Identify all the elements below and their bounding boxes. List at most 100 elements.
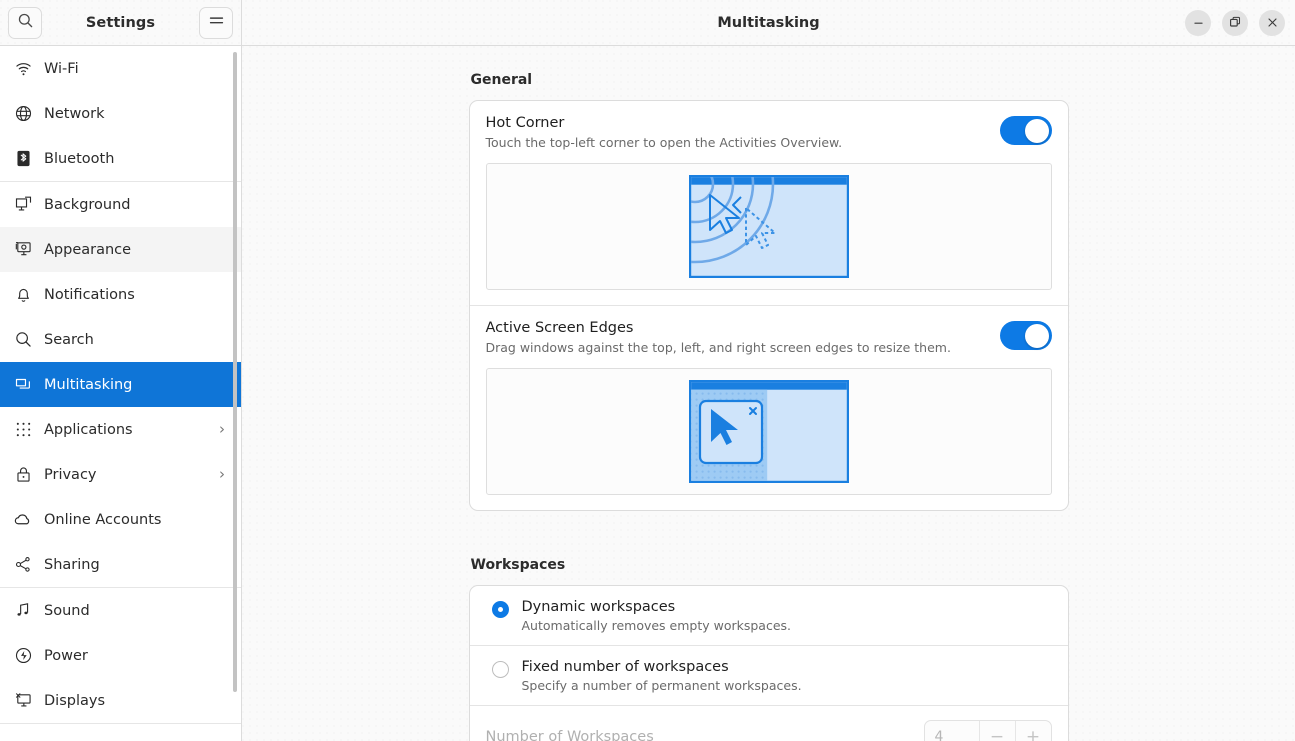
radio-fixed-number-of-workspaces[interactable] <box>491 661 509 679</box>
sidebar-item-wi-fi[interactable]: Wi-Fi <box>0 46 241 91</box>
minimize-icon <box>1193 13 1204 32</box>
hot-corner-illustration <box>688 175 849 279</box>
background-icon <box>10 195 36 214</box>
dynamic-workspaces-texts: Dynamic workspaces Automatically removes… <box>522 598 1052 634</box>
general-card: Hot Corner Touch the top-left corner to … <box>468 100 1069 512</box>
wifi-icon <box>10 59 36 78</box>
window-controls <box>1185 9 1285 36</box>
sidebar-item-label: Appearance <box>44 241 132 258</box>
hot-corner-texts: Hot Corner Touch the top-left corner to … <box>486 114 1000 151</box>
toggle-knob <box>1025 323 1049 348</box>
sidebar-item-label: Network <box>44 105 105 122</box>
fixed-workspaces-subtitle: Specify a number of permanent workspaces… <box>521 678 802 694</box>
active-screen-edges-toggle[interactable] <box>999 321 1052 351</box>
active-screen-edges-subtitle: Drag windows against the top, left, and … <box>485 339 951 355</box>
close-button[interactable] <box>1259 9 1285 36</box>
hamburger-menu-icon <box>208 13 225 32</box>
active-screen-edges-texts: Active Screen Edges Drag windows against… <box>486 319 1000 356</box>
active-screen-edges-title: Active Screen Edges <box>485 320 634 337</box>
decrement-button[interactable]: − <box>978 721 1015 741</box>
hot-corner-toggle[interactable] <box>999 116 1052 145</box>
settings-window: Settings Multitasking Wi-Fi Network Blue… <box>0 0 1295 741</box>
number-of-workspaces-label: Number of Workspaces <box>485 728 654 741</box>
sidebar-item-bluetooth[interactable]: Bluetooth <box>0 136 241 181</box>
search-button[interactable] <box>8 6 42 39</box>
chevron-right-icon: › <box>219 420 225 438</box>
sidebar: Wi-Fi Network Bluetooth Background Appea… <box>0 46 242 741</box>
option-fixed-number-of-workspaces[interactable]: Fixed number of workspaces Specify a num… <box>469 645 1068 705</box>
hot-corner-illustration-frame <box>485 163 1052 291</box>
settings-panel: General Hot Corner Touch the top-left co… <box>242 46 1295 741</box>
maximize-button[interactable] <box>1222 9 1248 36</box>
radio-dynamic-workspaces[interactable] <box>491 601 509 619</box>
sidebar-scrollbar[interactable] <box>233 52 237 741</box>
number-of-workspaces-spinner[interactable]: 4 − + <box>923 720 1052 741</box>
sidebar-item-network[interactable]: Network <box>0 91 241 136</box>
window-title: Multitasking <box>717 14 820 31</box>
hot-corner-title: Hot Corner <box>485 115 565 131</box>
sidebar-item-label: Displays <box>44 692 106 709</box>
search-icon <box>17 12 34 33</box>
number-of-workspaces-value[interactable]: 4 <box>925 721 979 741</box>
active-screen-edges-row: Active Screen Edges Drag windows against… <box>469 305 1068 368</box>
apps-grid-icon <box>10 421 36 438</box>
close-icon <box>1267 13 1278 32</box>
main-menu-button[interactable] <box>199 6 233 39</box>
sidebar-item-sound[interactable]: Sound <box>0 588 241 633</box>
window-titlebar: Settings Multitasking <box>0 0 1295 46</box>
sidebar-item-label: Privacy <box>44 466 97 483</box>
sidebar-title: Settings <box>85 14 156 31</box>
sidebar-item-label: Applications <box>44 421 133 438</box>
chevron-right-icon: › <box>219 465 225 483</box>
sidebar-header: Settings <box>0 0 242 45</box>
sidebar-item-multitasking[interactable]: Multitasking <box>0 362 241 407</box>
sidebar-item-label: Power <box>44 647 88 664</box>
sidebar-item-privacy[interactable]: Privacy › <box>0 452 241 497</box>
hot-corner-row: Hot Corner Touch the top-left corner to … <box>470 101 1068 163</box>
sidebar-item-online-accounts[interactable]: Online Accounts <box>0 497 241 542</box>
active-screen-edges-illustration <box>688 380 849 484</box>
sidebar-item-search[interactable]: Search <box>0 317 241 362</box>
appearance-icon <box>10 240 36 259</box>
sidebar-item-label: Sharing <box>44 556 100 573</box>
cloud-icon <box>10 510 36 530</box>
sidebar-item-sharing[interactable]: Sharing <box>0 542 241 587</box>
sidebar-item-applications[interactable]: Applications › <box>0 407 241 452</box>
option-dynamic-workspaces[interactable]: Dynamic workspaces Automatically removes… <box>470 586 1068 645</box>
dynamic-workspaces-title: Dynamic workspaces <box>521 599 676 616</box>
network-icon <box>10 104 36 123</box>
minimize-button[interactable] <box>1185 9 1211 36</box>
hot-corner-subtitle: Touch the top-left corner to open the Ac… <box>485 134 843 150</box>
increment-button[interactable]: + <box>1014 721 1051 741</box>
keyboard-icon <box>10 737 36 741</box>
sidebar-scrollbar-thumb[interactable] <box>233 52 237 692</box>
sidebar-item-appearance[interactable]: Appearance <box>0 227 241 272</box>
multitasking-icon <box>10 375 36 394</box>
sidebar-item-displays[interactable]: Displays <box>0 678 241 723</box>
section-general: General Hot Corner Touch the top-left co… <box>468 72 1069 512</box>
workspaces-card: Dynamic workspaces Automatically removes… <box>468 585 1069 741</box>
sidebar-item-partial[interactable] <box>0 724 241 741</box>
share-icon <box>10 555 36 574</box>
number-of-workspaces-row: Number of Workspaces 4 − + <box>469 705 1068 741</box>
bluetooth-icon <box>10 149 36 168</box>
sidebar-item-power[interactable]: Power <box>0 633 241 678</box>
sidebar-item-label: Background <box>44 196 131 213</box>
sidebar-item-label: Bluetooth <box>44 150 115 167</box>
music-note-icon <box>10 601 36 620</box>
sidebar-item-label: Search <box>44 331 94 348</box>
sidebar-item-notifications[interactable]: Notifications <box>0 272 241 317</box>
dynamic-workspaces-subtitle: Automatically removes empty workspaces. <box>521 618 792 634</box>
window-body: Wi-Fi Network Bluetooth Background Appea… <box>0 46 1295 741</box>
section-heading: Workspaces <box>470 557 566 574</box>
toggle-knob <box>1025 118 1049 143</box>
section-workspaces: Workspaces Dynamic workspaces Automatica… <box>468 557 1069 741</box>
lock-icon <box>10 465 36 484</box>
search-icon <box>10 330 36 349</box>
sidebar-nav-list: Wi-Fi Network Bluetooth Background Appea… <box>0 46 241 741</box>
bell-icon <box>10 285 36 304</box>
sidebar-item-label: Notifications <box>44 286 135 303</box>
sidebar-item-label: Wi-Fi <box>44 60 79 77</box>
power-icon <box>10 646 36 665</box>
sidebar-item-background[interactable]: Background <box>0 182 241 227</box>
